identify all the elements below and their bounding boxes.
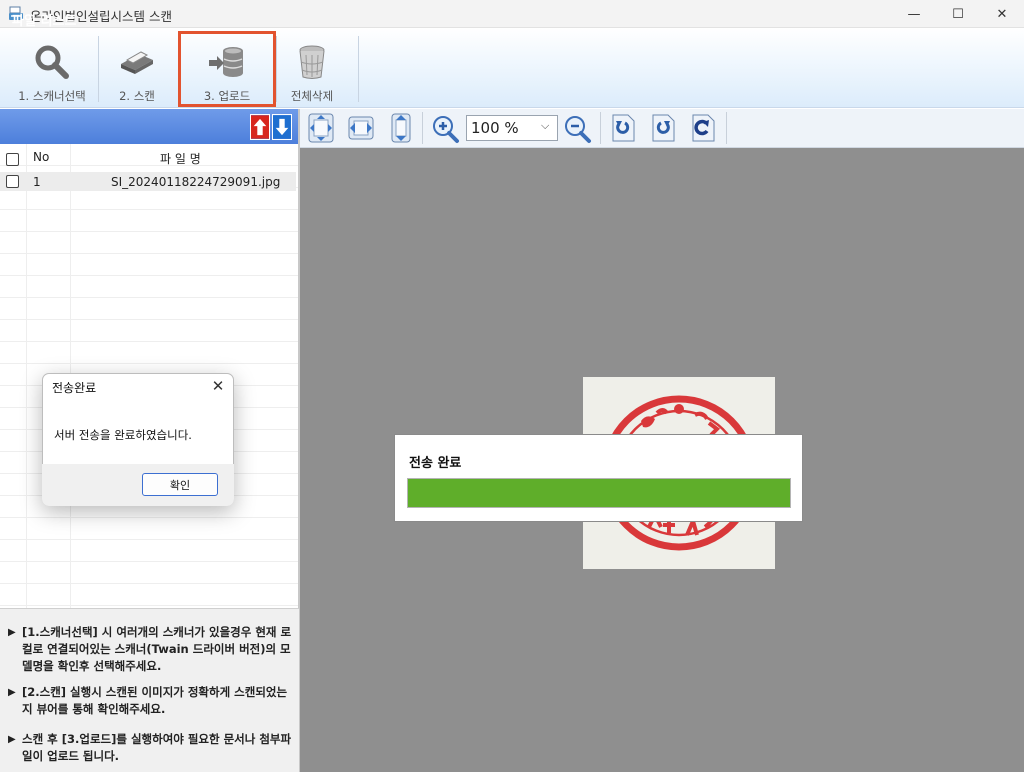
toolbar-separator [600, 112, 601, 144]
zoom-in-icon[interactable] [430, 112, 460, 144]
toolbar-separator [358, 36, 359, 102]
rotate-right-icon[interactable] [648, 112, 678, 144]
column-divider [26, 144, 27, 608]
scanner-select-label: 1. 스캐너선택 [18, 89, 86, 103]
toolbar-separator [422, 112, 423, 144]
ok-button[interactable]: 확인 [142, 473, 218, 496]
minimize-button[interactable]: — [892, 0, 936, 28]
row-no: 1 [33, 175, 41, 189]
fit-page-icon[interactable] [306, 112, 336, 144]
delete-all-label: 전체삭제 [290, 89, 334, 103]
chevron-down-icon: ⌵ [541, 119, 550, 132]
sort-up-icon[interactable] [250, 114, 270, 140]
scanner-select-button[interactable]: 1. 스캐너선택 [10, 34, 94, 106]
fit-width-icon[interactable] [346, 112, 376, 144]
help-item: ▶ 스캔 후 [3.업로드]를 실행하여야 필요한 문서나 첨부파일이 업로드 … [8, 731, 293, 765]
scan-button[interactable]: 2. 스캔 [104, 34, 170, 106]
upload-button-highlight [178, 31, 276, 107]
toolbar-separator [276, 36, 277, 102]
toolbar-separator [726, 112, 727, 144]
rotate-left-icon[interactable] [608, 112, 638, 144]
zoom-out-icon[interactable] [562, 112, 592, 144]
file-list-title: 파일 리스트 [12, 14, 77, 29]
trash-icon [299, 45, 325, 79]
sort-down-icon[interactable] [272, 114, 292, 140]
progress-title: 전송 완료 [409, 456, 462, 471]
help-item: ▶ [2.스캔] 실행시 스캔된 이미지가 정확하게 스캔되었는지 뷰어를 통해… [8, 684, 293, 718]
bullet-arrow-icon: ▶ [8, 627, 16, 638]
dialog-close-icon[interactable]: ✕ [208, 376, 228, 396]
help-text: 스캔 후 [3.업로드]를 실행하여야 필요한 문서나 첨부파일이 업로드 됩니… [22, 732, 292, 763]
column-header-no: No [33, 150, 50, 164]
bullet-arrow-icon: ▶ [8, 734, 16, 745]
bullet-arrow-icon: ▶ [8, 687, 16, 698]
row-filename: SI_20240118224729091.jpg [111, 175, 281, 189]
select-all-checkbox[interactable] [6, 153, 19, 166]
help-text: [1.스캐너선택] 시 여러개의 스캐너가 있을경우 현재 로컬로 연결되어있는… [22, 625, 292, 673]
delete-all-button[interactable]: 전체삭제 [282, 34, 342, 106]
help-text: [2.스캔] 실행시 스캔된 이미지가 정확하게 스캔되었는지 뷰어를 통해 확… [22, 685, 288, 716]
close-button[interactable]: ✕ [980, 0, 1024, 28]
zoom-value: 100 % [471, 119, 519, 137]
dialog-title: 전송완료 [52, 381, 97, 395]
rotate-180-icon[interactable] [688, 112, 718, 144]
scan-label: 2. 스캔 [119, 89, 155, 103]
dialog-message: 서버 전송을 완료하였습니다. [54, 428, 192, 442]
row-checkbox[interactable] [6, 175, 19, 188]
scanner-icon [121, 51, 153, 74]
column-header-filename: 파 일 명 [160, 152, 201, 166]
progress-bar-fill [408, 479, 790, 507]
maximize-button[interactable]: ☐ [936, 0, 980, 28]
fit-height-icon[interactable] [386, 112, 416, 144]
help-item: ▶ [1.스캐너선택] 시 여러개의 스캐너가 있을경우 현재 로컬로 연결되어… [8, 624, 293, 675]
magnifier-icon [35, 45, 69, 79]
toolbar-separator [98, 36, 99, 102]
